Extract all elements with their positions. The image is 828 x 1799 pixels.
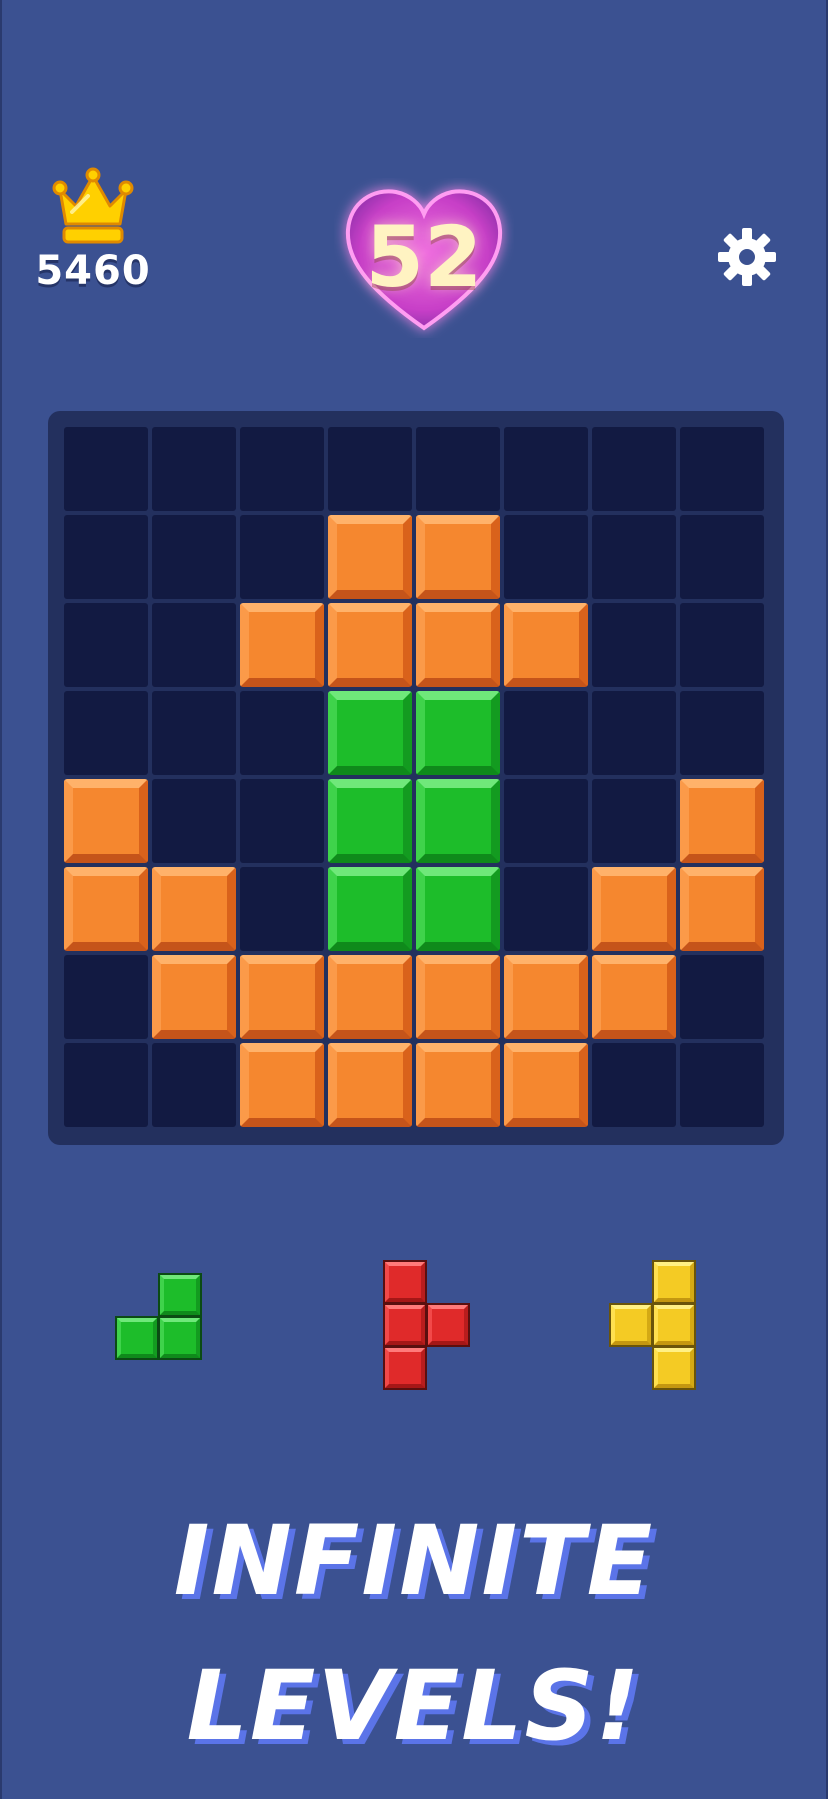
orange-block [504,955,588,1039]
board-cell[interactable] [680,427,764,511]
board-cell[interactable] [504,867,588,951]
yellow-piece-cell [609,1303,653,1347]
orange-block [680,779,764,863]
board-cell[interactable] [680,515,764,599]
board-cell[interactable] [592,1043,676,1127]
board-cell[interactable] [680,603,764,687]
board-cell[interactable] [504,779,588,863]
orange-block [680,867,764,951]
orange-block [416,515,500,599]
board-cell[interactable] [152,691,236,775]
red-piece-cell [426,1303,470,1347]
green-piece-cell [158,1273,202,1317]
green-block [416,867,500,951]
orange-block [152,867,236,951]
board-cell[interactable] [504,691,588,775]
current-score: 52 [334,178,514,338]
board-cell[interactable] [592,603,676,687]
board-cell[interactable] [592,427,676,511]
board-cell[interactable] [680,1043,764,1127]
board-cell[interactable] [64,427,148,511]
green-block [416,779,500,863]
orange-block [592,867,676,951]
green-block [328,779,412,863]
yellow-piece-cell [652,1346,696,1390]
tagline-line-2: LEVELS! [186,1650,642,1762]
current-score-value: 52 [365,208,483,306]
orange-block [240,603,324,687]
orange-block [64,867,148,951]
green-piece-cell [158,1316,202,1360]
green-block [416,691,500,775]
yellow-piece-cell [652,1303,696,1347]
green-block [328,867,412,951]
orange-block [328,1043,412,1127]
orange-block [592,955,676,1039]
orange-block [240,1043,324,1127]
red-piece-cell [383,1346,427,1390]
board-cell[interactable] [680,955,764,1039]
board-cell[interactable] [240,427,324,511]
crown-icon [52,167,134,244]
orange-block [240,955,324,1039]
board-cell[interactable] [416,427,500,511]
board-cell[interactable] [64,955,148,1039]
best-score: 5460 [30,166,156,294]
gear-icon[interactable] [716,226,778,288]
board-cell[interactable] [592,515,676,599]
red-piece-cell [383,1260,427,1304]
piece-tray [0,1240,828,1400]
game-board[interactable] [48,411,784,1145]
board-cell[interactable] [592,691,676,775]
orange-block [328,603,412,687]
board-cell[interactable] [504,427,588,511]
red-piece-cell [383,1303,427,1347]
board-cell[interactable] [64,515,148,599]
board-cell[interactable] [152,515,236,599]
orange-block [64,779,148,863]
board-cell[interactable] [240,515,324,599]
board-cell[interactable] [64,1043,148,1127]
board-cell[interactable] [152,427,236,511]
orange-block [416,955,500,1039]
orange-block [504,1043,588,1127]
orange-block [152,955,236,1039]
orange-block [416,1043,500,1127]
green-block [328,691,412,775]
board-cell[interactable] [64,691,148,775]
board-cell[interactable] [152,603,236,687]
green-piece-cell [115,1316,159,1360]
board-cell[interactable] [64,603,148,687]
board-cell[interactable] [504,515,588,599]
orange-block [416,603,500,687]
orange-block [504,603,588,687]
board-cell[interactable] [152,779,236,863]
orange-block [328,955,412,1039]
best-score-value: 5460 [35,248,151,294]
board-cell[interactable] [592,779,676,863]
tagline-line-1: INFINITE [173,1505,655,1617]
board-cell[interactable] [240,691,324,775]
board-cell[interactable] [152,1043,236,1127]
board-cell[interactable] [680,691,764,775]
orange-block [328,515,412,599]
board-cell[interactable] [328,427,412,511]
board-cell[interactable] [240,779,324,863]
yellow-piece-cell [652,1260,696,1304]
board-cell[interactable] [240,867,324,951]
